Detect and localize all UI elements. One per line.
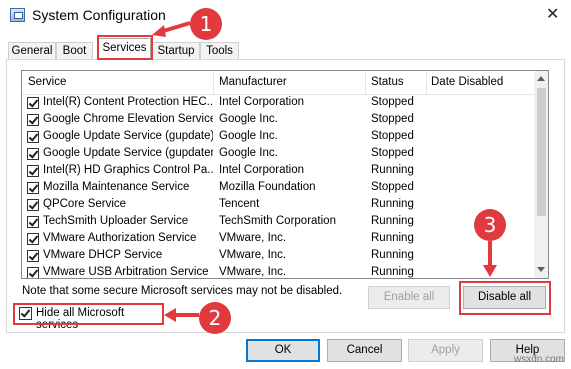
step-2-badge: 2	[199, 302, 231, 334]
hide-microsoft-services-highlight	[13, 303, 164, 325]
step-1-badge: 1	[190, 8, 222, 40]
service-name: VMware DHCP Service	[43, 249, 163, 261]
services-list[interactable]: Service Manufacturer Status Date Disable…	[21, 70, 549, 279]
tab-boot[interactable]: Boot	[56, 42, 93, 60]
service-checkbox[interactable]	[27, 267, 39, 278]
service-status: Running	[371, 198, 414, 210]
table-row[interactable]: Mozilla Maintenance Service Mozilla Foun…	[22, 180, 534, 197]
table-row[interactable]: Google Update Service (gupdatem) Google …	[22, 146, 534, 163]
service-name: VMware Authorization Service	[43, 232, 197, 244]
table-row[interactable]: Intel(R) Content Protection HEC... Intel…	[22, 95, 534, 112]
service-status: Stopped	[371, 96, 414, 108]
service-name: Google Chrome Elevation Service	[43, 113, 213, 125]
service-manufacturer: Google Inc.	[219, 147, 278, 159]
service-checkbox[interactable]	[27, 114, 39, 126]
scroll-up-icon[interactable]	[537, 76, 545, 81]
service-checkbox[interactable]	[27, 216, 39, 228]
service-name: Google Update Service (gupdate)	[43, 130, 213, 142]
service-status: Running	[371, 215, 414, 227]
service-checkbox[interactable]	[27, 233, 39, 245]
annotation-arrow-icon	[483, 241, 497, 277]
service-manufacturer: VMware, Inc.	[219, 249, 287, 261]
table-row[interactable]: VMware DHCP Service VMware, Inc. Running	[22, 248, 534, 265]
annotation-arrow-icon	[152, 21, 191, 37]
service-manufacturer: TechSmith Corporation	[219, 215, 336, 227]
table-row[interactable]: TechSmith Uploader Service TechSmith Cor…	[22, 214, 534, 231]
service-status: Running	[371, 232, 414, 244]
cancel-button[interactable]: Cancel	[327, 339, 402, 362]
column-header-service[interactable]: Service	[28, 76, 66, 88]
enable-all-button[interactable]: Enable all	[368, 286, 450, 309]
tab-bar: General Boot Services Startup Tools	[0, 38, 571, 60]
list-header: Service Manufacturer Status Date Disable…	[22, 71, 534, 95]
service-status: Stopped	[371, 130, 414, 142]
service-checkbox[interactable]	[27, 97, 39, 109]
service-status: Stopped	[371, 113, 414, 125]
annotation-arrow-icon	[164, 308, 199, 322]
service-manufacturer: Intel Corporation	[219, 164, 305, 176]
ok-button[interactable]: OK	[246, 339, 320, 362]
service-name: QPCore Service	[43, 198, 127, 210]
step-3-badge: 3	[474, 209, 506, 241]
service-manufacturer: Tencent	[219, 198, 260, 210]
window-title: System Configuration	[32, 7, 166, 23]
service-status: Running	[371, 164, 414, 176]
service-manufacturer: Google Inc.	[219, 113, 278, 125]
service-manufacturer: Google Inc.	[219, 130, 278, 142]
scroll-down-icon[interactable]	[537, 267, 545, 272]
service-status: Running	[371, 266, 414, 278]
table-row[interactable]: Google Chrome Elevation Service Google I…	[22, 112, 534, 129]
service-checkbox[interactable]	[27, 148, 39, 160]
column-header-status[interactable]: Status	[371, 76, 404, 88]
table-row[interactable]: VMware USB Arbitration Service VMware, I…	[22, 265, 534, 278]
service-checkbox[interactable]	[27, 165, 39, 177]
vertical-scrollbar[interactable]	[534, 71, 548, 278]
apply-button[interactable]: Apply	[408, 339, 483, 362]
column-header-manufacturer[interactable]: Manufacturer	[219, 76, 287, 88]
service-manufacturer: VMware, Inc.	[219, 266, 287, 278]
table-row[interactable]: Google Update Service (gupdate) Google I…	[22, 129, 534, 146]
table-row[interactable]: QPCore Service Tencent Running	[22, 197, 534, 214]
service-status: Stopped	[371, 147, 414, 159]
service-status: Stopped	[371, 181, 414, 193]
column-divider[interactable]	[213, 71, 214, 95]
services-tab-highlight	[97, 35, 153, 60]
secure-services-note: Note that some secure Microsoft services…	[22, 285, 343, 297]
service-name: TechSmith Uploader Service	[43, 215, 189, 227]
system-configuration-icon	[10, 8, 25, 22]
service-name: Intel(R) HD Graphics Control Pa...	[43, 164, 213, 176]
service-manufacturer: VMware, Inc.	[219, 232, 287, 244]
service-checkbox[interactable]	[27, 250, 39, 262]
disable-all-highlight	[459, 281, 551, 315]
tab-tools[interactable]: Tools	[200, 42, 239, 60]
service-name: Google Update Service (gupdatem)	[43, 147, 213, 159]
column-divider[interactable]	[426, 71, 427, 95]
column-header-date-disabled[interactable]: Date Disabled	[431, 76, 503, 88]
scrollbar-thumb[interactable]	[537, 88, 546, 216]
service-status: Running	[371, 249, 414, 261]
service-manufacturer: Intel Corporation	[219, 96, 305, 108]
table-row[interactable]: Intel(R) HD Graphics Control Pa... Intel…	[22, 163, 534, 180]
service-checkbox[interactable]	[27, 131, 39, 143]
service-name: Intel(R) Content Protection HEC...	[43, 96, 213, 108]
close-icon[interactable]: ✕	[546, 4, 559, 24]
service-name: VMware USB Arbitration Service	[43, 266, 209, 278]
table-row[interactable]: VMware Authorization Service VMware, Inc…	[22, 231, 534, 248]
watermark: wsxdn.com	[514, 354, 565, 365]
column-divider[interactable]	[365, 71, 366, 95]
service-manufacturer: Mozilla Foundation	[219, 181, 316, 193]
tab-general[interactable]: General	[8, 42, 56, 60]
service-name: Mozilla Maintenance Service	[43, 181, 190, 193]
service-checkbox[interactable]	[27, 182, 39, 194]
title-bar: System Configuration ✕	[0, 0, 571, 32]
tab-startup[interactable]: Startup	[152, 42, 200, 60]
service-checkbox[interactable]	[27, 199, 39, 211]
